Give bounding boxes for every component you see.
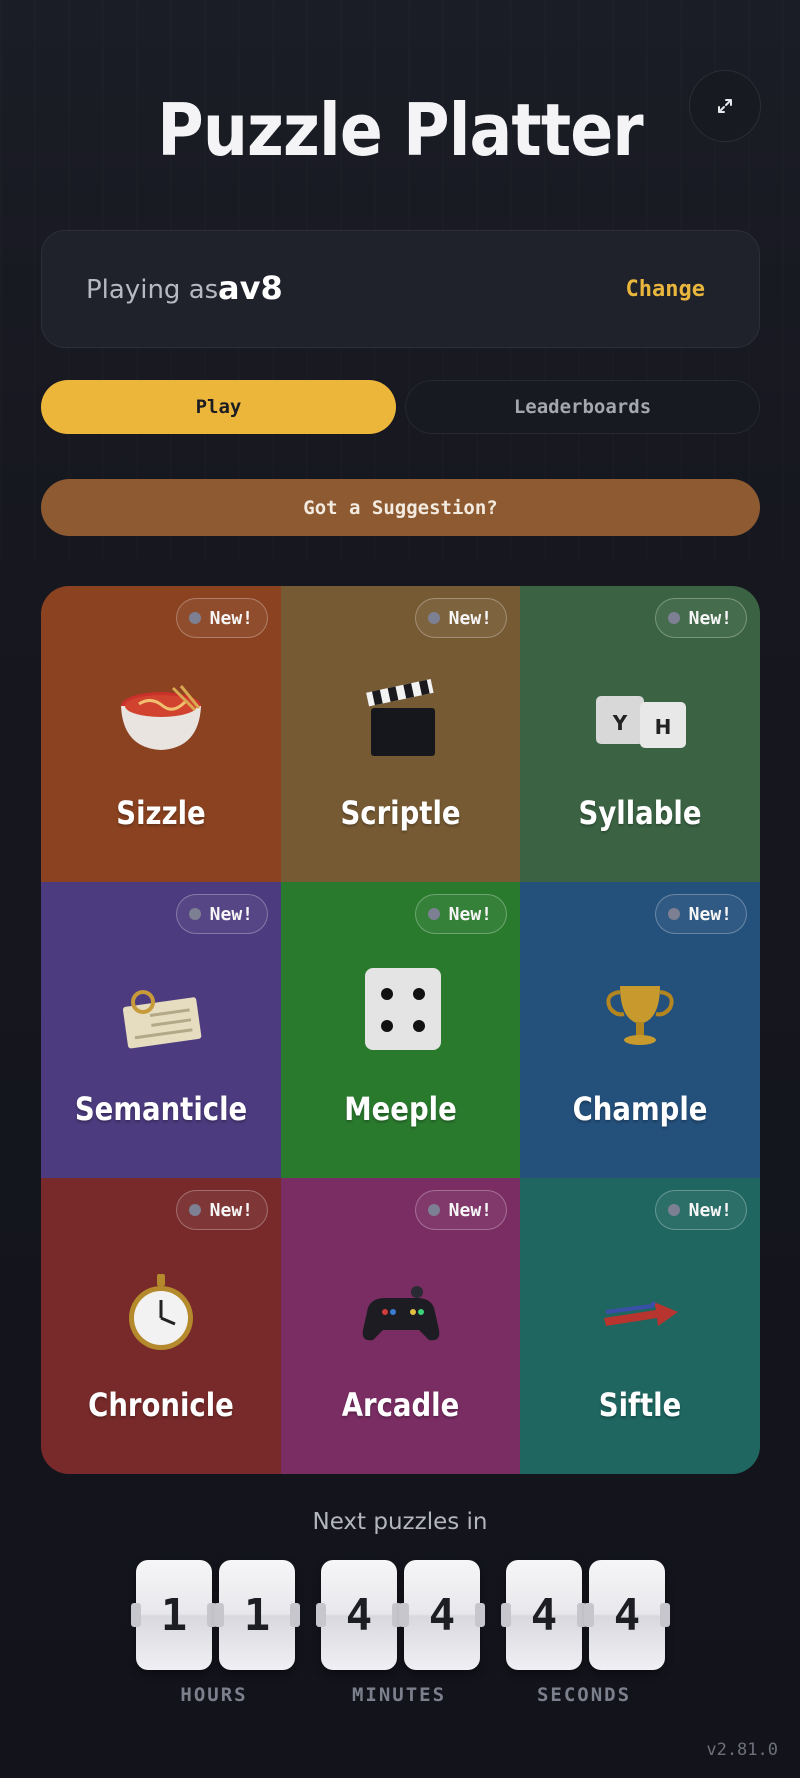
tab-leaderboards[interactable]: Leaderboards [405,380,760,434]
new-badge: New! [414,894,507,934]
hours-label: HOURS [180,1684,248,1706]
game-tile-syllable[interactable]: New! Y H Syllable [520,586,760,882]
game-tile-arcadle[interactable]: New! Arcadle [281,1178,520,1474]
badge-dot [667,612,680,624]
player-name: av8 [218,269,283,307]
die-icon [364,968,441,1050]
clapperboard-icon [365,678,435,756]
game-name: Siftle [598,1386,682,1424]
badge-dot [667,908,680,920]
change-player-button[interactable]: Change [626,277,705,302]
badge-label: New! [688,903,732,925]
new-badge: New! [175,894,268,934]
tab-play[interactable]: Play [41,380,396,434]
countdown-label: Next puzzles in [312,1509,488,1535]
hours-digit-1: 1 [131,1560,217,1670]
game-name: Syllable [578,794,702,832]
game-name: Meeple [344,1090,457,1128]
fullscreen-button[interactable] [689,70,761,142]
minutes-label: MINUTES [351,1684,447,1706]
arrow-icon [604,1301,678,1326]
new-badge: New! [175,598,268,638]
game-name: Chronicle [88,1386,234,1424]
badge-label: New! [448,1199,492,1221]
minutes-digit-2: 4 [399,1560,485,1670]
noodle-bowl-icon [121,685,201,750]
minutes-digit-1: 4 [316,1560,402,1670]
svg-text:Y: Y [612,711,628,735]
game-tile-sizzle[interactable]: New! Sizzle [41,586,281,882]
suggestion-button[interactable]: Got a Suggestion? [41,479,760,536]
badge-dot [427,1204,440,1216]
game-tile-chronicle[interactable]: New! Chronicle [41,1178,281,1474]
game-name: Sizzle [116,794,206,832]
badge-label: New! [448,903,492,925]
new-badge: New! [654,894,747,934]
badge-label: New! [209,1199,253,1221]
new-badge: New! [654,1190,747,1230]
new-badge: New! [175,1190,268,1230]
badge-dot [427,612,440,624]
playing-as-label: Playing as [86,275,219,305]
badge-dot [188,612,201,624]
pocket-watch-icon [129,1274,193,1350]
game-tile-semanticle[interactable]: New! Semanticle [41,882,281,1178]
badge-dot [667,1204,680,1216]
badge-dot [188,1204,201,1216]
game-tile-scriptle[interactable]: New! Scriptle [281,586,520,882]
letter-dice-icon: Y H [596,696,686,748]
badge-dot [427,908,440,920]
version-label: v2.81.0 [706,1740,778,1760]
game-name: Arcadle [341,1386,460,1424]
svg-text:H: H [655,715,672,739]
game-tile-meeple[interactable]: New! Meeple [281,882,520,1178]
badge-label: New! [209,607,253,629]
hours-digit-2: 1 [214,1560,300,1670]
new-badge: New! [414,1190,507,1230]
new-badge: New! [414,598,507,638]
badge-label: New! [688,1199,732,1221]
trophy-icon [606,986,674,1045]
game-grid: New! Sizzle New! Scriptle New! Y H Sylla… [41,586,760,1474]
badge-label: New! [448,607,492,629]
badge-dot [188,908,201,920]
badge-label: New! [688,607,732,629]
seconds-digit-1: 4 [501,1560,587,1670]
game-name: Semanticle [74,1090,248,1128]
new-badge: New! [654,598,747,638]
magnifier-card-icon [122,990,202,1049]
game-tile-siftle[interactable]: New! Siftle [520,1178,760,1474]
app-title: Puzzle Platter [157,88,643,172]
player-card: Playing as av8 Change [41,230,760,348]
game-name: Scriptle [340,794,461,832]
gamepad-icon [362,1286,439,1341]
game-name: Chample [572,1090,708,1128]
seconds-digit-2: 4 [584,1560,670,1670]
badge-label: New! [209,903,253,925]
seconds-label: SECONDS [536,1684,632,1706]
game-tile-chample[interactable]: New! Chample [520,882,760,1178]
expand-arrows-icon [718,99,732,113]
